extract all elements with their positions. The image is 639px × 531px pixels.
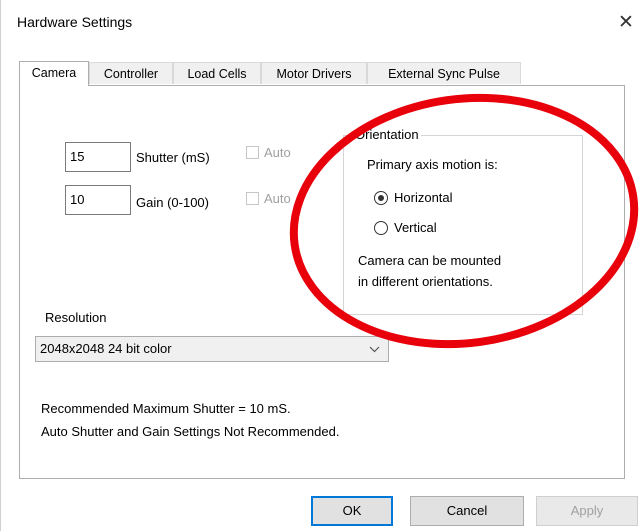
vertical-radio-label[interactable]: Vertical bbox=[394, 220, 437, 235]
tab-load-cells[interactable]: Load Cells bbox=[173, 62, 261, 84]
vertical-radio[interactable] bbox=[374, 221, 388, 235]
resolution-selected-value: 2048x2048 24 bit color bbox=[40, 341, 172, 356]
ok-button[interactable]: OK bbox=[311, 496, 393, 526]
apply-button[interactable]: Apply bbox=[536, 496, 638, 526]
orientation-prompt: Primary axis motion is: bbox=[367, 157, 498, 172]
tab-camera[interactable]: Camera bbox=[19, 61, 89, 86]
window-title: Hardware Settings bbox=[17, 14, 133, 30]
recommendation-line1: Recommended Maximum Shutter = 10 mS. bbox=[41, 401, 291, 416]
gain-label: Gain (0-100) bbox=[136, 195, 209, 210]
orientation-note-line2: in different orientations. bbox=[358, 274, 493, 289]
horizontal-radio-label[interactable]: Horizontal bbox=[394, 190, 453, 205]
shutter-label: Shutter (mS) bbox=[136, 150, 210, 165]
tab-external-sync-pulse[interactable]: External Sync Pulse bbox=[367, 62, 521, 84]
horizontal-radio[interactable] bbox=[374, 191, 388, 205]
radio-selected-dot bbox=[378, 195, 384, 201]
chevron-down-icon bbox=[369, 337, 380, 370]
cancel-button[interactable]: Cancel bbox=[410, 496, 524, 526]
shutter-auto-label: Auto bbox=[264, 145, 291, 160]
tab-controller[interactable]: Controller bbox=[89, 62, 173, 84]
gain-auto-label: Auto bbox=[264, 191, 291, 206]
tab-motor-drivers[interactable]: Motor Drivers bbox=[261, 62, 367, 84]
resolution-label: Resolution bbox=[45, 310, 107, 325]
orientation-note-line1: Camera can be mounted bbox=[358, 253, 502, 268]
recommendation-line2: Auto Shutter and Gain Settings Not Recom… bbox=[41, 424, 340, 439]
shutter-input[interactable]: 15 bbox=[65, 142, 131, 172]
resolution-dropdown[interactable]: 2048x2048 24 bit color bbox=[35, 336, 389, 362]
title-bar: Hardware Settings ✕ bbox=[1, 0, 639, 46]
chevron-down-icon bbox=[369, 346, 380, 353]
hardware-settings-dialog: Hardware Settings ✕ Camera Controller Lo… bbox=[0, 0, 639, 531]
gain-input[interactable]: 10 bbox=[65, 185, 131, 215]
gain-auto-checkbox[interactable] bbox=[246, 192, 259, 205]
shutter-auto-checkbox[interactable] bbox=[246, 146, 259, 159]
close-icon[interactable]: ✕ bbox=[613, 8, 639, 38]
orientation-legend: Orientation bbox=[353, 127, 421, 142]
